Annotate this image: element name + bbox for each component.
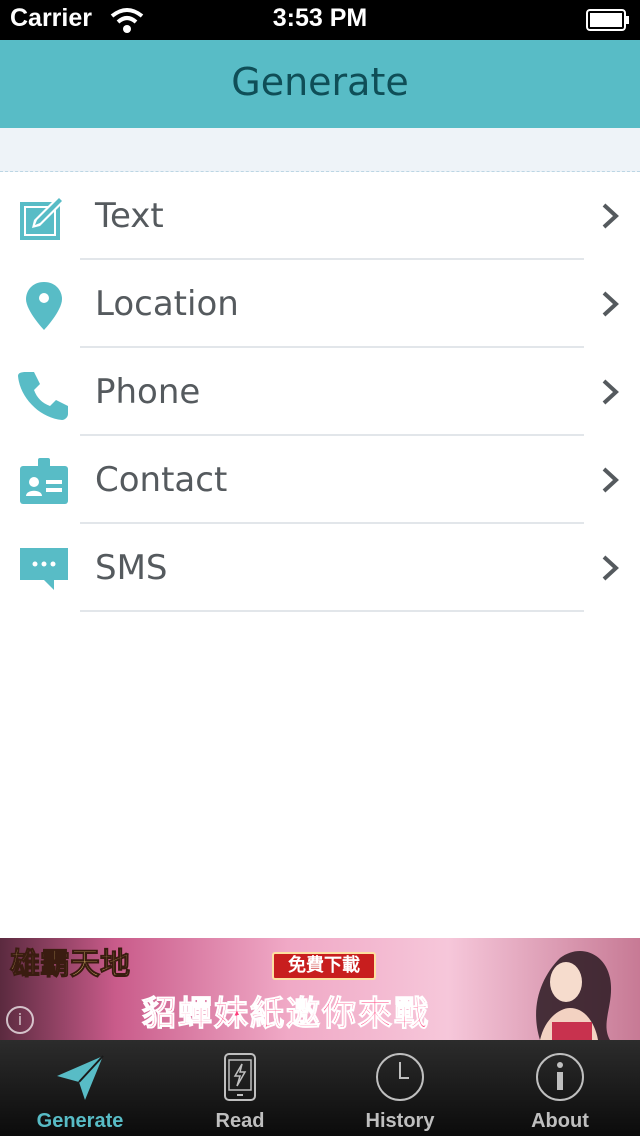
tab-label: History bbox=[365, 1110, 435, 1132]
ad-info-icon[interactable]: i bbox=[6, 1006, 34, 1034]
location-pin-icon bbox=[26, 282, 62, 330]
menu-item-label: Phone bbox=[95, 372, 201, 412]
menu-item-contact[interactable]: Contact bbox=[0, 436, 640, 524]
menu-item-phone[interactable]: Phone bbox=[0, 348, 640, 436]
svg-text:雄霸天地: 雄霸天地 bbox=[10, 947, 130, 982]
tab-bar: Generate Read History About bbox=[0, 1040, 640, 1136]
header-spacer bbox=[0, 128, 640, 172]
tab-about[interactable]: About bbox=[480, 1040, 640, 1136]
edit-icon bbox=[20, 196, 64, 240]
phone-icon bbox=[18, 372, 68, 420]
tab-label: Read bbox=[215, 1110, 265, 1132]
tab-history[interactable]: History bbox=[320, 1040, 480, 1136]
menu-item-label: Text bbox=[95, 196, 164, 236]
tab-label: About bbox=[531, 1110, 589, 1132]
ad-download-button[interactable]: 免費下載 bbox=[272, 952, 376, 980]
menu-item-label: Contact bbox=[95, 460, 228, 500]
tab-label: Generate bbox=[36, 1110, 124, 1132]
menu-item-text[interactable]: Text bbox=[0, 172, 640, 260]
menu-item-label: Location bbox=[95, 284, 239, 324]
sms-bubble-icon bbox=[20, 548, 68, 590]
info-icon bbox=[536, 1053, 584, 1101]
battery-icon bbox=[586, 9, 629, 31]
status-bar: Carrier 3:53 PM bbox=[0, 0, 640, 40]
chevron-right-icon bbox=[602, 203, 619, 229]
tab-read[interactable]: Read bbox=[160, 1040, 320, 1136]
clock-icon bbox=[376, 1053, 424, 1101]
generate-menu-list: Text Location Phone Contact SMS bbox=[0, 172, 640, 612]
chevron-right-icon bbox=[602, 555, 619, 581]
menu-item-label: SMS bbox=[95, 548, 168, 588]
clock-time: 3:53 PM bbox=[272, 4, 368, 32]
page-title: Generate bbox=[231, 60, 409, 104]
chevron-right-icon bbox=[602, 379, 619, 405]
ad-game-logo: 雄霸天地 bbox=[10, 947, 131, 983]
chevron-right-icon bbox=[602, 467, 619, 493]
navigation-bar: Generate bbox=[0, 40, 640, 128]
ad-headline: 貂蟬妹紙邀你來戰 bbox=[142, 994, 430, 1035]
divider bbox=[80, 610, 584, 612]
menu-item-location[interactable]: Location bbox=[0, 260, 640, 348]
menu-item-sms[interactable]: SMS bbox=[0, 524, 640, 612]
paper-plane-icon bbox=[57, 1055, 104, 1100]
chevron-right-icon bbox=[602, 291, 619, 317]
ad-character-illustration bbox=[536, 950, 612, 1040]
tab-generate[interactable]: Generate bbox=[0, 1040, 160, 1136]
contact-card-icon bbox=[20, 458, 68, 504]
phone-scan-icon bbox=[224, 1053, 256, 1101]
ad-banner[interactable]: 雄霸天地 免費下載 貂蟬妹紙邀你來戰 i bbox=[0, 938, 640, 1040]
